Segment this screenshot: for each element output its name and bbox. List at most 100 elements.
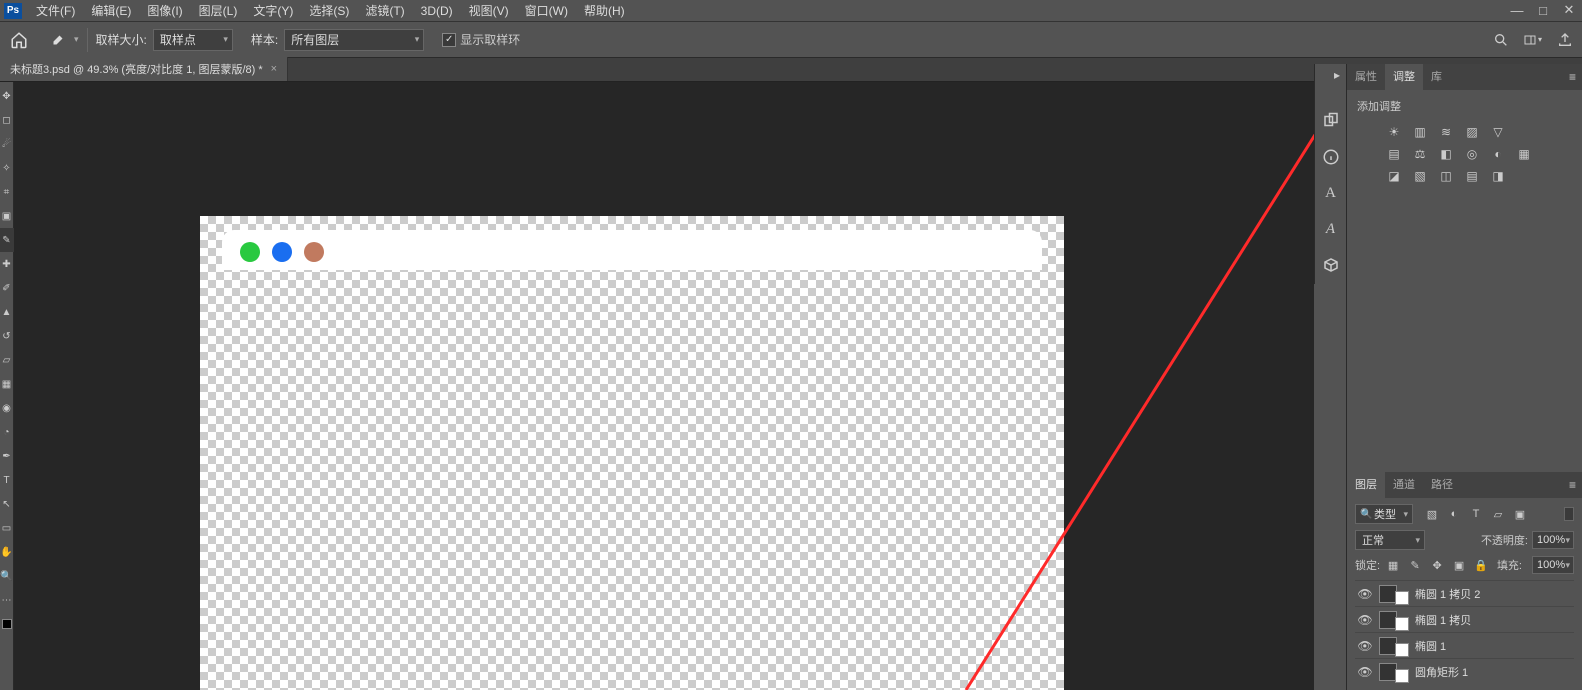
vibrance-icon[interactable]: ▽: [1489, 124, 1507, 140]
tab-close-icon[interactable]: ×: [271, 63, 277, 75]
filter-smart-icon[interactable]: ▣: [1513, 507, 1527, 521]
color-swatch[interactable]: [0, 612, 14, 636]
show-ring-checkbox[interactable]: ✓: [442, 33, 456, 47]
layer-name[interactable]: 椭圆 1: [1415, 638, 1572, 654]
shape-tool[interactable]: ▭: [0, 516, 14, 540]
lock-position-icon[interactable]: ✥: [1430, 558, 1444, 572]
crop-tool[interactable]: ⌗: [0, 180, 14, 204]
canvas-area[interactable]: [14, 82, 1314, 690]
exposure-icon[interactable]: ▨: [1463, 124, 1481, 140]
pen-tool[interactable]: ✒: [0, 444, 14, 468]
hand-tool[interactable]: ✋: [0, 540, 14, 564]
filter-adjust-icon[interactable]: ◐: [1447, 507, 1461, 521]
menu-layer[interactable]: 图层(L): [193, 0, 244, 21]
marquee-tool[interactable]: ◻: [0, 108, 14, 132]
move-tool[interactable]: ✥: [0, 84, 14, 108]
filter-toggle[interactable]: [1564, 507, 1574, 521]
tab-paths[interactable]: 路径: [1423, 472, 1461, 498]
gradient-map-icon[interactable]: ▤: [1463, 168, 1481, 184]
menu-select[interactable]: 选择(S): [303, 0, 355, 21]
lock-pixels-icon[interactable]: ✎: [1408, 558, 1422, 572]
layer-name[interactable]: 椭圆 1 拷贝 2: [1415, 586, 1572, 602]
tab-channels[interactable]: 通道: [1385, 472, 1423, 498]
selective-color-icon[interactable]: ◨: [1489, 168, 1507, 184]
heal-tool[interactable]: ✚: [0, 252, 14, 276]
tab-properties[interactable]: 属性: [1347, 64, 1385, 90]
visibility-toggle[interactable]: 👁: [1357, 665, 1373, 679]
filter-type-icon[interactable]: T: [1469, 507, 1483, 521]
history-brush-tool[interactable]: ↺: [0, 324, 14, 348]
menu-type[interactable]: 文字(Y): [247, 0, 299, 21]
visibility-toggle[interactable]: 👁: [1357, 587, 1373, 601]
blur-tool[interactable]: ◉: [0, 396, 14, 420]
sample-size-select[interactable]: 取样点: [153, 29, 233, 51]
invert-icon[interactable]: ◪: [1385, 168, 1403, 184]
visibility-toggle[interactable]: 👁: [1357, 613, 1373, 627]
dodge-tool[interactable]: ◔: [0, 420, 14, 444]
menu-edit[interactable]: 编辑(E): [85, 0, 137, 21]
3d-panel-icon[interactable]: [1315, 250, 1347, 280]
panel-menu-icon[interactable]: ≡: [1563, 70, 1582, 84]
workspace-icon[interactable]: ▾: [1524, 31, 1542, 49]
levels-icon[interactable]: ▥: [1411, 124, 1429, 140]
brightness-contrast-icon[interactable]: ☀: [1385, 124, 1403, 140]
lock-artboard-icon[interactable]: ▣: [1452, 558, 1466, 572]
sample-select[interactable]: 所有图层: [284, 29, 424, 51]
bw-icon[interactable]: ◧: [1437, 146, 1455, 162]
brush-tool[interactable]: ✐: [0, 276, 14, 300]
layer-filter-select[interactable]: 类型: [1355, 504, 1413, 524]
close-button[interactable]: ✕: [1556, 0, 1582, 20]
opacity-input[interactable]: 100%: [1532, 531, 1574, 549]
layer-mask-thumb[interactable]: [1395, 643, 1409, 657]
clone-source-icon[interactable]: [1315, 106, 1347, 136]
layer-item[interactable]: 👁 椭圆 1 拷贝: [1355, 606, 1574, 632]
filter-pixel-icon[interactable]: ▧: [1425, 507, 1439, 521]
eyedropper-tool-icon[interactable]: [46, 28, 70, 52]
lasso-tool[interactable]: ☄: [0, 132, 14, 156]
lock-all-icon[interactable]: 🔒: [1474, 558, 1488, 572]
tab-libraries[interactable]: 库: [1423, 64, 1450, 90]
type-tool[interactable]: T: [0, 468, 14, 492]
layer-name[interactable]: 椭圆 1 拷贝: [1415, 612, 1572, 628]
zoom-tool[interactable]: 🔍: [0, 564, 14, 588]
share-icon[interactable]: [1556, 31, 1574, 49]
filter-shape-icon[interactable]: ▱: [1491, 507, 1505, 521]
posterize-icon[interactable]: ▧: [1411, 168, 1429, 184]
layer-name[interactable]: 圆角矩形 1: [1415, 664, 1572, 680]
layer-item[interactable]: 👁 圆角矩形 1: [1355, 658, 1574, 684]
character-panel-icon[interactable]: A: [1315, 214, 1347, 244]
stamp-tool[interactable]: ▲: [0, 300, 14, 324]
curves-icon[interactable]: ≋: [1437, 124, 1455, 140]
minimize-button[interactable]: —: [1504, 0, 1530, 20]
dock-expand-icon[interactable]: ▸: [1328, 64, 1346, 86]
photo-filter-icon[interactable]: ◎: [1463, 146, 1481, 162]
fill-input[interactable]: 100%: [1532, 556, 1574, 574]
menu-filter[interactable]: 滤镜(T): [359, 0, 410, 21]
layer-mask-thumb[interactable]: [1395, 617, 1409, 631]
tab-layers[interactable]: 图层: [1347, 472, 1385, 498]
document-canvas[interactable]: [200, 216, 1064, 690]
layer-item[interactable]: 👁 椭圆 1: [1355, 632, 1574, 658]
eyedropper-tool[interactable]: ✎: [0, 228, 14, 252]
menu-help[interactable]: 帮助(H): [578, 0, 631, 21]
menu-3d[interactable]: 3D(D): [415, 2, 459, 20]
blend-mode-select[interactable]: 正常: [1355, 530, 1425, 550]
layer-mask-thumb[interactable]: [1395, 591, 1409, 605]
layer-item[interactable]: 👁 椭圆 1 拷贝 2: [1355, 580, 1574, 606]
menu-window[interactable]: 窗口(W): [519, 0, 574, 21]
menu-view[interactable]: 视图(V): [463, 0, 515, 21]
color-lookup-icon[interactable]: ▦: [1515, 146, 1533, 162]
eraser-tool[interactable]: ▱: [0, 348, 14, 372]
quick-select-tool[interactable]: ✧: [0, 156, 14, 180]
maximize-button[interactable]: □: [1530, 0, 1556, 20]
path-select-tool[interactable]: ↖: [0, 492, 14, 516]
layers-panel-menu-icon[interactable]: ≡: [1563, 478, 1582, 492]
visibility-toggle[interactable]: 👁: [1357, 639, 1373, 653]
edit-toolbar[interactable]: ⋯: [0, 588, 14, 612]
document-tab[interactable]: 未标题3.psd @ 49.3% (亮度/对比度 1, 图层蒙版/8) * ×: [0, 57, 288, 81]
menu-file[interactable]: 文件(F): [30, 0, 81, 21]
glyphs-panel-icon[interactable]: A: [1315, 178, 1347, 208]
tab-adjustments[interactable]: 调整: [1385, 64, 1423, 90]
search-icon[interactable]: [1492, 31, 1510, 49]
home-icon[interactable]: [8, 29, 30, 51]
